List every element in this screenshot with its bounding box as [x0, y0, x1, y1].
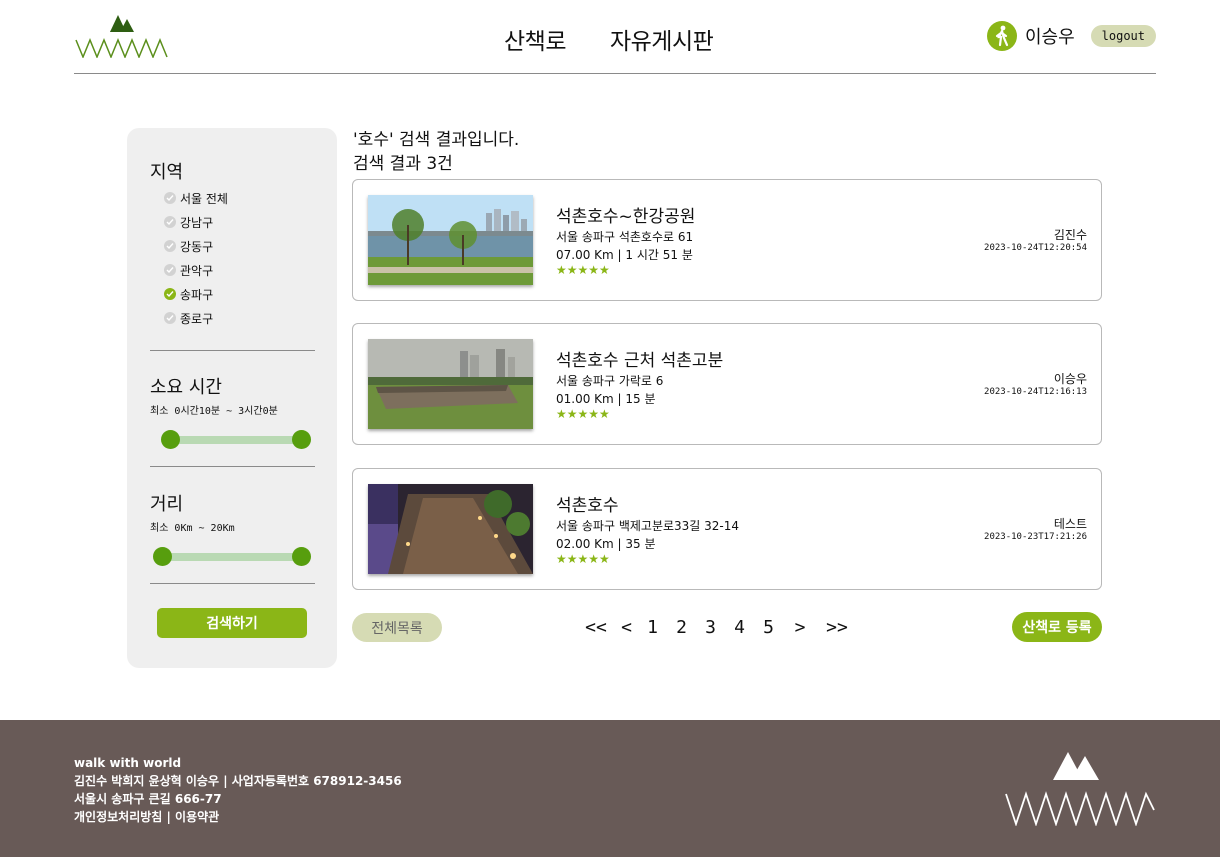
site-logo[interactable]: [74, 12, 168, 62]
check-icon: [164, 240, 176, 252]
site-footer: walk with world 김진수 박희지 윤상혁 이승우 | 사업자등록번…: [0, 720, 1220, 857]
trail-photo-tomb: [368, 339, 533, 429]
trail-address: 서울 송파구 가락로 6: [556, 374, 664, 388]
page-3[interactable]: 3: [696, 617, 725, 638]
trail-card[interactable]: 석촌호수~한강공원 서울 송파구 석촌호수로 61 07.00 Km | 1 시…: [352, 179, 1102, 301]
time-range-text: 최소 0시간10분 ~ 3시간0분: [150, 406, 278, 417]
register-trail-button[interactable]: 산책로 등록: [1012, 612, 1102, 642]
search-button[interactable]: 검색하기: [157, 608, 307, 638]
trail-card[interactable]: 석촌호수 서울 송파구 백제고분로33길 32-14 02.00 Km | 35…: [352, 468, 1102, 590]
check-icon: [164, 312, 176, 324]
trail-date: 2023-10-24T12:16:13: [984, 387, 1087, 397]
page-1[interactable]: 1: [638, 617, 667, 638]
walker-icon[interactable]: [986, 21, 1017, 51]
trail-title: 석촌호수: [556, 496, 619, 516]
distance-max-knob[interactable]: [292, 547, 311, 566]
nav-free-board[interactable]: 자유게시판: [610, 22, 714, 56]
site-header: 산책로 자유게시판 이승우 logout: [74, 0, 1156, 74]
time-title: 소요 시간: [150, 377, 222, 398]
footer-info: walk with world 김진수 박희지 윤상혁 이승우 | 사업자등록번…: [74, 754, 402, 826]
footer-logo: [1004, 750, 1156, 830]
region-item-jongno[interactable]: 종로구: [164, 306, 228, 330]
region-label: 서울 전체: [180, 191, 228, 206]
next-page-button[interactable]: >: [783, 617, 817, 638]
region-list: 서울 전체 강남구 강동구 관악구 송파구 종로구: [164, 186, 228, 330]
region-item-gangnam[interactable]: 강남구: [164, 210, 228, 234]
trail-title: 석촌호수 근처 석촌고분: [556, 351, 724, 371]
trail-photo-night-bridge: [368, 484, 533, 574]
distance-min-knob[interactable]: [153, 547, 172, 566]
distance-range-text: 최소 0Km ~ 20Km: [150, 523, 235, 534]
trail-distance-time: 02.00 Km | 35 분: [556, 537, 656, 551]
slider-track: [161, 553, 303, 561]
check-icon: [164, 192, 176, 204]
time-min-knob[interactable]: [161, 430, 180, 449]
footer-company: 김진수 박희지 윤상혁 이승우 | 사업자등록번호 678912-3456: [74, 774, 402, 788]
time-slider[interactable]: [161, 430, 311, 450]
rating-stars: ★★★★★: [556, 263, 610, 277]
trail-address: 서울 송파구 석촌호수로 61: [556, 230, 694, 244]
rating-stars: ★★★★★: [556, 552, 610, 566]
prev-page-button[interactable]: <: [615, 617, 638, 638]
trail-author: 이승우: [1053, 372, 1087, 386]
user-name: 이승우: [1024, 27, 1075, 48]
page-5[interactable]: 5: [754, 617, 783, 638]
region-label: 송파구: [180, 287, 214, 302]
trail-address: 서울 송파구 백제고분로33길 32-14: [556, 519, 740, 533]
region-title: 지역: [150, 162, 184, 183]
result-heading: '호수' 검색 결과입니다. 검색 결과 3건: [353, 128, 519, 176]
region-label: 강남구: [180, 215, 214, 230]
divider: [150, 466, 315, 467]
page-2[interactable]: 2: [667, 617, 696, 638]
trail-distance-time: 01.00 Km | 15 분: [556, 392, 656, 406]
trail-author: 테스트: [1053, 517, 1087, 531]
region-label: 종로구: [180, 311, 214, 326]
all-list-button[interactable]: 전체목록: [352, 613, 442, 642]
pagination: << < 1 2 3 4 5 > >>: [577, 617, 857, 638]
check-icon: [164, 288, 176, 300]
filter-sidebar: 지역 서울 전체 강남구 강동구 관악구 송파구 종로구 소요 시간 최소 0시…: [127, 128, 337, 668]
time-max-knob[interactable]: [292, 430, 311, 449]
check-icon: [164, 216, 176, 228]
rating-stars: ★★★★★: [556, 407, 610, 421]
trail-distance-time: 07.00 Km | 1 시간 51 분: [556, 248, 693, 262]
nav-trail[interactable]: 산책로: [504, 22, 566, 56]
region-item-gangdong[interactable]: 강동구: [164, 234, 228, 258]
divider: [150, 350, 315, 351]
region-item-seoul-all[interactable]: 서울 전체: [164, 186, 228, 210]
logout-button[interactable]: logout: [1090, 25, 1156, 47]
check-icon: [164, 264, 176, 276]
trail-date: 2023-10-24T12:20:54: [984, 243, 1087, 253]
page-4[interactable]: 4: [725, 617, 754, 638]
region-item-songpa[interactable]: 송파구: [164, 282, 228, 306]
distance-slider[interactable]: [153, 547, 311, 567]
region-label: 관악구: [180, 263, 214, 278]
trail-card[interactable]: 석촌호수 근처 석촌고분 서울 송파구 가락로 6 01.00 Km | 15 …: [352, 323, 1102, 445]
footer-address: 서울시 송파구 큰길 666-77: [74, 792, 222, 806]
region-item-gwanak[interactable]: 관악구: [164, 258, 228, 282]
search-count-line: 검색 결과 3건: [353, 154, 453, 174]
footer-policy-links[interactable]: 개인정보처리방침 | 이용약관: [74, 808, 402, 826]
region-label: 강동구: [180, 239, 214, 254]
slider-track: [169, 436, 303, 444]
divider: [150, 583, 315, 584]
trail-title: 석촌호수~한강공원: [556, 207, 696, 227]
user-area: 이승우 logout: [986, 21, 1156, 51]
main-nav: 산책로 자유게시판: [504, 22, 714, 56]
first-page-button[interactable]: <<: [577, 617, 615, 638]
footer-slogan: walk with world: [74, 756, 182, 770]
last-page-button[interactable]: >>: [817, 617, 857, 638]
trail-author: 김진수: [1053, 228, 1087, 242]
trail-date: 2023-10-23T17:21:26: [984, 532, 1087, 542]
trail-photo-lake-river: [368, 195, 533, 285]
distance-title: 거리: [150, 494, 184, 515]
search-query-line: '호수' 검색 결과입니다.: [353, 130, 520, 150]
